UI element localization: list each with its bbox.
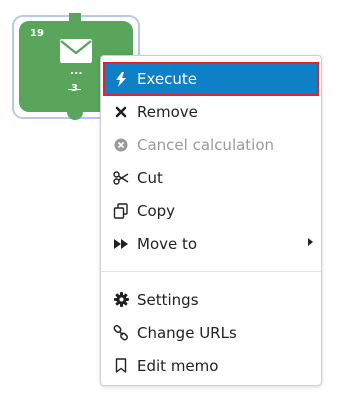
menu-item-label: Edit memo (137, 356, 219, 375)
menu-item-label: Remove (137, 102, 198, 121)
menu-item-label: Change URLs (137, 323, 237, 342)
lightning-icon (113, 71, 129, 87)
cancel-circle-icon (113, 137, 129, 153)
menu-item-edit-memo[interactable]: Edit memo (101, 349, 321, 382)
menu-item-label: Move to (137, 234, 198, 253)
menu-item-copy[interactable]: Copy (101, 194, 321, 227)
node-input-port[interactable] (69, 13, 81, 25)
bookmark-icon (113, 358, 129, 374)
menu-separator (101, 271, 321, 272)
menu-item-label: Settings (137, 290, 199, 309)
node-count-strike (68, 89, 81, 90)
menu-item-execute[interactable]: Execute (103, 62, 319, 96)
fast-forward-icon (113, 236, 129, 252)
context-menu: Execute Remove Cancel calculation Cut Co… (100, 55, 322, 386)
copy-icon (113, 202, 129, 219)
menu-item-cancel-calculation[interactable]: Cancel calculation (101, 128, 321, 161)
menu-item-remove[interactable]: Remove (101, 95, 321, 128)
menu-item-change-urls[interactable]: Change URLs (101, 316, 321, 349)
menu-item-move-to[interactable]: Move to (101, 227, 321, 260)
menu-item-label: Cut (137, 168, 163, 187)
scissors-icon (113, 170, 129, 186)
menu-item-settings[interactable]: Settings (101, 283, 321, 316)
menu-item-label: Copy (137, 201, 176, 220)
submenu-arrow-icon (308, 238, 313, 246)
close-x-icon (113, 104, 129, 120)
envelope-icon (60, 39, 92, 63)
node-label: ... (70, 64, 83, 77)
menu-item-cut[interactable]: Cut (101, 161, 321, 194)
menu-item-label: Cancel calculation (137, 135, 275, 154)
menu-item-label: Execute (137, 70, 197, 88)
gear-icon (113, 292, 129, 308)
link-icon (113, 324, 129, 341)
node-number: 19 (30, 28, 44, 39)
